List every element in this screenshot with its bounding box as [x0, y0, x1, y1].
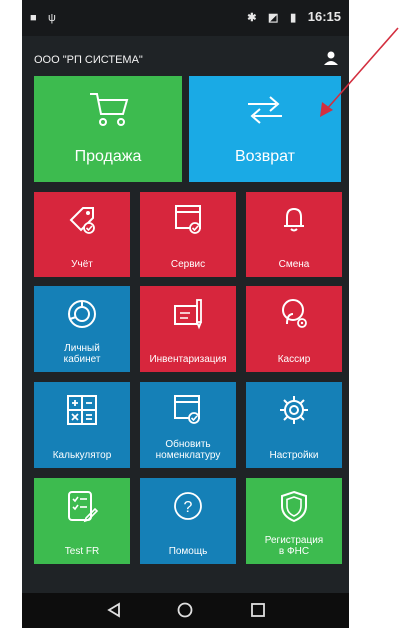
question-icon: ? — [174, 492, 202, 520]
return-icon — [248, 96, 282, 124]
status-time: 16:15 — [307, 9, 341, 24]
calculator-icon — [67, 395, 97, 425]
battery-icon: ▮ — [290, 12, 297, 24]
settings-tile[interactable]: Настройки — [246, 382, 342, 468]
status-right: ✱ ◩ ▮ 16:15 — [247, 9, 341, 24]
signal-icon: ◩ — [268, 12, 279, 24]
window-check-icon — [175, 205, 201, 234]
accounting-tile[interactable]: Учёт — [34, 192, 130, 277]
update-catalog-tile[interactable]: Обновить номенклатуру — [140, 382, 236, 468]
bell-icon — [284, 207, 304, 232]
calculator-label: Калькулятор — [52, 450, 112, 461]
recents-icon[interactable] — [249, 601, 267, 619]
shield-icon — [281, 490, 307, 523]
help-label: Помощь — [168, 546, 208, 557]
status-bar: ■ ψ ✱ ◩ ▮ 16:15 — [22, 0, 349, 36]
usb-icon: ψ — [48, 12, 56, 24]
cabinet-tile[interactable]: Личный кабинет — [34, 286, 130, 372]
help-tile[interactable]: ? Помощь — [140, 478, 236, 564]
back-icon[interactable] — [105, 601, 123, 619]
user-icon[interactable] — [323, 50, 339, 66]
return-tile[interactable]: Возврат — [189, 76, 341, 182]
inventory-label: Инвентаризация — [149, 354, 227, 365]
user-gear-icon — [282, 299, 307, 328]
return-label: Возврат — [235, 148, 295, 165]
status-left-icons: ■ ψ — [30, 10, 64, 24]
app-screen: ■ ψ ✱ ◩ ▮ 16:15 ООО "РП СИСТЕМА" Продажа… — [22, 0, 349, 628]
accounting-label: Учёт — [71, 259, 93, 270]
test-fr-tile[interactable]: Test FR — [34, 478, 130, 564]
gear-icon — [280, 396, 308, 424]
cabinet-label: Личный кабинет — [63, 343, 101, 365]
shift-label: Смена — [278, 259, 310, 270]
fns-registration-label: Регистрация в ФНС — [264, 535, 324, 557]
svg-text:?: ? — [184, 499, 193, 516]
phone-frame: ■ ψ ✱ ◩ ▮ 16:15 ООО "РП СИСТЕМА" Продажа… — [0, 0, 401, 628]
calculator-tile[interactable]: Калькулятор — [34, 382, 130, 468]
clipboard-pen-icon — [174, 299, 202, 330]
test-fr-label: Test FR — [64, 546, 100, 557]
cashier-label: Кассир — [277, 354, 311, 365]
sale-tile[interactable]: Продажа — [34, 76, 182, 182]
navigation-bar — [22, 593, 349, 628]
company-name: ООО "РП СИСТЕМА" — [34, 54, 143, 66]
fns-registration-tile[interactable]: Регистрация в ФНС — [246, 478, 342, 564]
service-label: Сервис — [170, 259, 206, 270]
update-catalog-label: Обновить номенклатуру — [155, 439, 221, 461]
service-tile[interactable]: Сервис — [140, 192, 236, 277]
tag-icon — [69, 207, 95, 234]
sale-label: Продажа — [74, 148, 142, 165]
cart-icon — [90, 93, 129, 126]
inventory-tile[interactable]: Инвентаризация — [140, 286, 236, 372]
shift-tile[interactable]: Смена — [246, 192, 342, 277]
bluetooth-icon: ✱ — [247, 12, 257, 24]
home-icon[interactable] — [176, 601, 194, 619]
cashier-tile[interactable]: Кассир — [246, 286, 342, 372]
header: ООО "РП СИСТЕМА" — [22, 36, 349, 74]
window-check-icon — [174, 395, 200, 424]
settings-label: Настройки — [269, 450, 319, 461]
notification-icon: ■ — [30, 12, 37, 24]
checklist-edit-icon — [68, 491, 99, 523]
chart-circle-icon — [68, 300, 96, 328]
